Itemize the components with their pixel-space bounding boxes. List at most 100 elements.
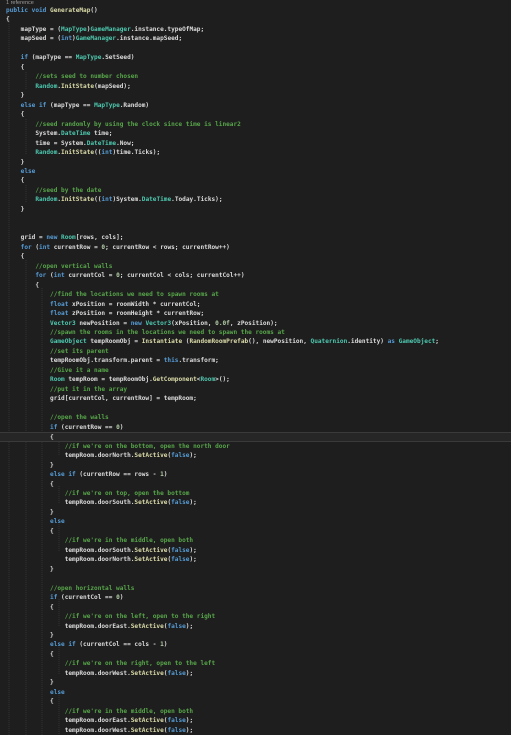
- code-line[interactable]: //if we're on the right, open to the lef…: [6, 659, 215, 668]
- code-token: MapType: [75, 54, 102, 62]
- code-token: GameManager: [90, 25, 131, 33]
- code-line[interactable]: {: [0, 432, 511, 442]
- code-line[interactable]: {: [6, 480, 54, 489]
- code-token: .transform;: [178, 357, 219, 365]
- code-line[interactable]: Random.InitState((int)time.Ticks);: [6, 148, 160, 157]
- code-line[interactable]: tempRoom.doorWest.SetActive(false);: [6, 669, 193, 678]
- code-token: tempRoom = tempRoomObj.: [68, 376, 153, 384]
- code-token: {: [6, 63, 25, 71]
- code-line[interactable]: Random.InitState((int)System.DateTime.To…: [6, 195, 223, 204]
- code-line[interactable]: //Give it a name: [6, 366, 109, 375]
- code-token: );: [189, 556, 197, 564]
- code-line[interactable]: float xPosition = roomWidth * currentCol…: [6, 300, 200, 309]
- code-token: Room: [200, 376, 216, 384]
- code-line[interactable]: {: [6, 281, 39, 290]
- code-token: .Today.Ticks);: [171, 196, 223, 204]
- code-line[interactable]: if (mapType == MapType.SetSeed): [6, 53, 135, 62]
- code-line[interactable]: //find the locations we need to spawn ro…: [6, 290, 219, 299]
- code-line[interactable]: //seed randomly by using the clock since…: [6, 120, 240, 129]
- code-token: ): [119, 594, 124, 602]
- code-line[interactable]: {: [6, 650, 54, 659]
- code-line[interactable]: mapSeed = (int)GameManager.instance.mapS…: [6, 34, 182, 43]
- code-token: .Random): [119, 101, 150, 109]
- code-line[interactable]: tempRoomObj.transform.parent = this.tran…: [6, 356, 219, 365]
- code-line[interactable]: //if we're in the middle, open both: [6, 536, 193, 545]
- code-line[interactable]: GameObject tempRoomObj = Instantiate (Ra…: [6, 337, 439, 346]
- code-line[interactable]: //open vertical walls: [6, 262, 112, 271]
- code-token: mapSeed = (: [6, 35, 62, 43]
- code-line[interactable]: else if (mapType == MapType.Random): [6, 101, 149, 110]
- code-line[interactable]: }: [6, 565, 54, 574]
- code-token: .SetSeed): [101, 54, 135, 62]
- code-line[interactable]: else: [6, 517, 65, 526]
- code-line[interactable]: //set its parent: [6, 347, 109, 356]
- code-line[interactable]: grid[currentCol, currentRow] = tempRoom;: [6, 394, 197, 403]
- code-token: {: [6, 650, 54, 658]
- code-line[interactable]: //spawn the rooms in the locations we ne…: [6, 328, 285, 337]
- code-line[interactable]: tempRoom.doorEast.SetActive(false);: [6, 622, 193, 631]
- code-line[interactable]: }: [6, 91, 25, 100]
- code-token: (mapSeed);: [94, 82, 131, 90]
- code-line[interactable]: {: [6, 176, 25, 185]
- code-token: SetActive: [130, 726, 164, 734]
- code-line[interactable]: mapType = (MapType)GameManager.instance.…: [6, 25, 204, 34]
- code-line[interactable]: System.DateTime time;: [6, 129, 112, 138]
- code-line[interactable]: tempRoom.doorSouth.SetActive(false);: [6, 498, 197, 507]
- code-line[interactable]: if (currentRow == 0): [6, 423, 123, 432]
- code-line[interactable]: }: [6, 508, 54, 517]
- code-line[interactable]: Random.InitState(mapSeed);: [6, 82, 131, 91]
- code-line[interactable]: else if (currentRow == rows - 1): [6, 470, 167, 479]
- code-line[interactable]: {: [6, 110, 25, 119]
- code-token: for: [6, 272, 51, 280]
- code-editor[interactable]: 1 reference public void GenerateMap(){ m…: [0, 0, 511, 735]
- code-line[interactable]: float zPosition = roomHeight * currentRo…: [6, 309, 204, 318]
- code-line[interactable]: for (int currentRow = 0; currentRow < ro…: [6, 243, 230, 252]
- code-line[interactable]: {: [6, 603, 54, 612]
- code-line[interactable]: {: [6, 527, 54, 536]
- code-line[interactable]: //sets seed to number chosen: [6, 72, 138, 81]
- code-line[interactable]: Room tempRoom = tempRoomObj.GetComponent…: [6, 375, 230, 384]
- code-line[interactable]: time = System.DateTime.Now;: [6, 139, 134, 148]
- code-line[interactable]: else if (currentCol == cols - 1): [6, 640, 167, 649]
- code-line[interactable]: tempRoom.doorNorth.SetActive(false);: [6, 555, 197, 564]
- code-line[interactable]: }: [6, 461, 54, 470]
- code-token: //Give it a name: [6, 366, 109, 374]
- code-token: int: [101, 196, 113, 204]
- code-line[interactable]: {: [6, 63, 25, 72]
- code-line[interactable]: //if we're on the left, open to the righ…: [6, 612, 215, 621]
- code-line[interactable]: //if we're on the bottom, open the north…: [6, 442, 230, 451]
- code-line[interactable]: //open the walls: [6, 413, 109, 422]
- code-token: (): [90, 7, 98, 14]
- code-line[interactable]: }: [6, 158, 25, 167]
- code-line[interactable]: Vector3 newPosition = new Vector3(xPosit…: [6, 319, 278, 328]
- code-line[interactable]: tempRoom.doorNorth.SetActive(false);: [6, 451, 197, 460]
- code-token: Random: [35, 149, 58, 157]
- code-line[interactable]: //if we're on top, open the bottom: [6, 489, 190, 498]
- code-line[interactable]: //open horizontal walls: [6, 584, 134, 593]
- code-token: zPosition = roomHeight * currentRow;: [72, 310, 205, 318]
- code-line[interactable]: }: [6, 678, 54, 687]
- code-line[interactable]: for (int currentCol = 0; currentCol < co…: [6, 271, 244, 280]
- code-line[interactable]: else: [6, 688, 65, 697]
- code-token: //if we're on the right, open to the lef…: [6, 660, 216, 668]
- code-line[interactable]: }: [6, 631, 54, 640]
- code-line[interactable]: {: [6, 252, 25, 261]
- code-token: for: [6, 243, 36, 251]
- code-line[interactable]: grid = new Room[rows, cols];: [6, 233, 124, 242]
- code-line[interactable]: tempRoom.doorEast.SetActive(false);: [6, 716, 193, 725]
- code-line[interactable]: {: [6, 15, 10, 24]
- code-line[interactable]: }: [6, 205, 25, 214]
- code-line[interactable]: //put it in the array: [6, 385, 127, 394]
- code-line[interactable]: if (currentCol == 0): [6, 593, 123, 602]
- code-line[interactable]: //seed by the date: [6, 186, 101, 195]
- code-token: MapType: [94, 101, 120, 109]
- code-line[interactable]: {: [6, 697, 54, 706]
- code-line[interactable]: else: [6, 167, 36, 176]
- code-token: InitState: [61, 82, 95, 90]
- code-line[interactable]: public void GenerateMap(): [6, 6, 98, 15]
- code-line[interactable]: tempRoom.doorSouth.SetActive(false);: [6, 546, 197, 555]
- code-line[interactable]: tempRoom.doorWest.SetActive(false);: [6, 726, 193, 735]
- code-token: this: [163, 357, 179, 365]
- code-token: new: [130, 319, 146, 327]
- code-line[interactable]: //if we're in the middle, open both: [6, 707, 193, 716]
